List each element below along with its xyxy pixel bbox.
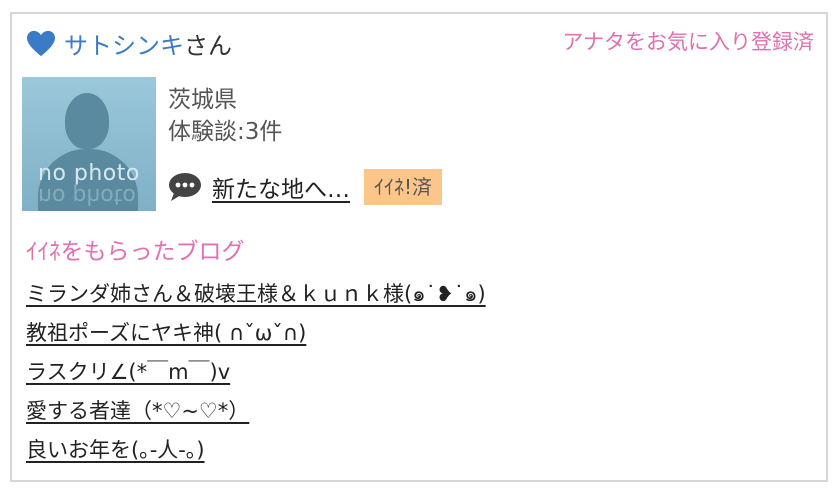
username-link[interactable]: サトシンキ — [64, 26, 184, 61]
latest-post-row: 新たな地へ… ｲｲﾈ!済 — [168, 169, 443, 205]
iine-status-badge: ｲｲﾈ!済 — [364, 169, 443, 205]
latest-post-link[interactable]: 新たな地へ… — [212, 170, 350, 204]
user-profile-card: サトシンキ さん アナタをお気に入り登録済 no photo no photo … — [10, 12, 828, 482]
speech-bubble-icon — [169, 173, 201, 201]
blog-link[interactable]: 良いお年を(｡-人-｡) — [26, 438, 205, 462]
blog-link[interactable]: ミランダ姉さん＆破壊王様＆ｋｕｎｋ様(๑˙❥˙๑) — [26, 282, 486, 306]
favorite-status-label: アナタをお気に入り登録済 — [562, 30, 814, 54]
list-item: ラスクリ∠(*￣m￣)v — [26, 356, 486, 395]
blog-link[interactable]: ラスクリ∠(*￣m￣)v — [26, 360, 230, 384]
blog-link[interactable]: 愛する者達（*♡~♡*） — [26, 399, 249, 423]
avatar-placeholder-reflection: no photo — [38, 183, 136, 208]
list-item: 愛する者達（*♡~♡*） — [26, 395, 486, 434]
profile-header: サトシンキ さん — [26, 26, 232, 61]
liked-blogs-title: ｲｲﾈをもらったブログ — [26, 239, 245, 265]
honorific-label: さん — [184, 32, 232, 60]
prefecture-label: 茨城県 — [168, 87, 237, 113]
blog-link[interactable]: 教祖ポーズにヤキ神( ∩ˇωˇ∩) — [26, 321, 306, 345]
experience-count-label: 体験談:3件 — [168, 119, 283, 145]
avatar[interactable]: no photo no photo — [22, 77, 156, 211]
avatar-silhouette-head — [65, 93, 109, 149]
profile-info: 茨城県 体験談:3件 — [168, 84, 282, 148]
list-item: 教祖ポーズにヤキ神( ∩ˇωˇ∩) — [26, 317, 486, 356]
heart-icon — [27, 30, 55, 56]
list-item: 良いお年を(｡-人-｡) — [26, 434, 486, 473]
list-item: ミランダ姉さん＆破壊王様＆ｋｕｎｋ様(๑˙❥˙๑) — [26, 278, 486, 317]
liked-blogs-list: ミランダ姉さん＆破壊王様＆ｋｕｎｋ様(๑˙❥˙๑) 教祖ポーズにヤキ神( ∩ˇω… — [26, 278, 486, 473]
